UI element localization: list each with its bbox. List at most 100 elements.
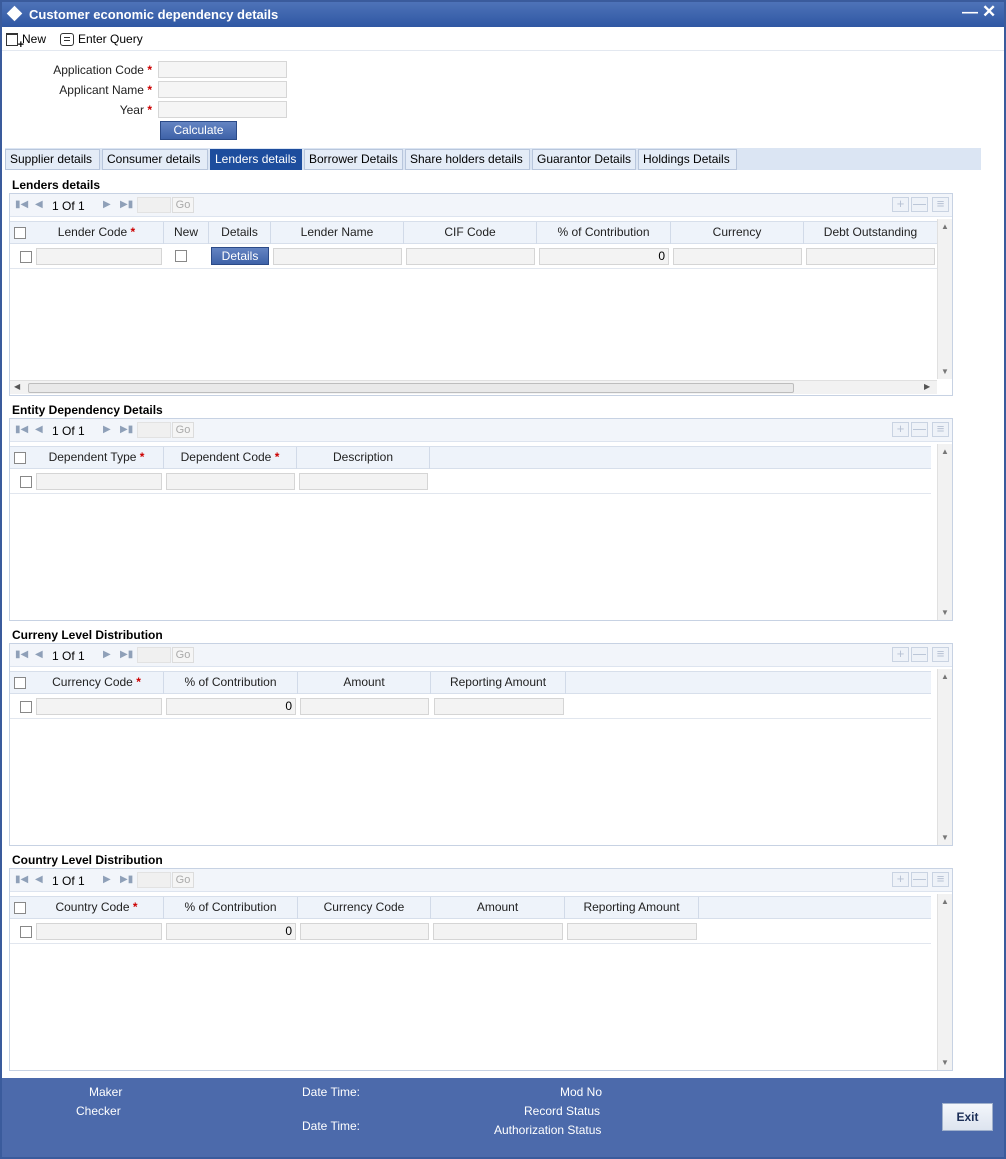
new-checkbox[interactable]	[175, 250, 187, 262]
add-row-button[interactable]: +	[892, 647, 909, 662]
lender-name-input[interactable]	[273, 248, 402, 265]
scroll-up-icon[interactable]: ▲	[941, 672, 949, 681]
enter-query-button[interactable]: Enter Query	[60, 30, 143, 48]
details-button[interactable]: Details	[211, 247, 269, 265]
scroll-down-icon[interactable]: ▼	[941, 833, 949, 842]
go-button[interactable]: Go	[172, 422, 194, 438]
reporting-amount-input[interactable]	[434, 698, 564, 715]
delete-row-button[interactable]: —	[911, 197, 928, 212]
year-input[interactable]	[158, 101, 287, 118]
add-row-button[interactable]: +	[892, 197, 909, 212]
vertical-scrollbar[interactable]: ▲ ▼	[937, 444, 952, 620]
title-bar: Customer economic dependency details — ✕	[2, 2, 1004, 27]
page-number-input[interactable]	[137, 197, 171, 213]
select-all-checkbox[interactable]	[14, 227, 26, 239]
tab-lenders-details[interactable]: Lenders details	[210, 149, 302, 170]
prev-page-icon[interactable]: ◀	[35, 649, 43, 660]
scroll-thumb[interactable]	[28, 383, 794, 393]
minimize-icon[interactable]: —	[962, 4, 978, 22]
scroll-down-icon[interactable]: ▼	[941, 608, 949, 617]
country-code-input[interactable]	[36, 923, 162, 940]
exit-button[interactable]: Exit	[942, 1103, 993, 1131]
currency-input[interactable]	[673, 248, 802, 265]
reporting-amount-input[interactable]	[567, 923, 697, 940]
vertical-scrollbar[interactable]: ▲ ▼	[937, 669, 952, 845]
single-view-button[interactable]: ≡	[932, 197, 949, 212]
delete-row-button[interactable]: —	[911, 872, 928, 887]
scroll-down-icon[interactable]: ▼	[941, 367, 949, 376]
tab-guarantor-details[interactable]: Guarantor Details	[532, 149, 636, 170]
description-input[interactable]	[299, 473, 428, 490]
next-page-icon[interactable]: ▶	[103, 649, 111, 660]
tab-consumer-details[interactable]: Consumer details	[102, 149, 208, 170]
applicant-name-input[interactable]	[158, 81, 287, 98]
dependent-code-input[interactable]	[166, 473, 295, 490]
contribution-input[interactable]: 0	[166, 698, 296, 715]
row-checkbox[interactable]	[20, 701, 32, 713]
select-all-checkbox[interactable]	[14, 677, 26, 689]
first-page-icon[interactable]: ▮◀	[15, 874, 28, 885]
last-page-icon[interactable]: ▶▮	[120, 424, 133, 435]
horizontal-scrollbar[interactable]: ◀ ▶	[10, 380, 937, 394]
row-checkbox[interactable]	[20, 251, 32, 263]
scroll-up-icon[interactable]: ▲	[941, 447, 949, 456]
row-checkbox[interactable]	[20, 926, 32, 938]
first-page-icon[interactable]: ▮◀	[15, 424, 28, 435]
page-number-input[interactable]	[137, 647, 171, 663]
contribution-input[interactable]: 0	[539, 248, 669, 265]
dependent-type-input[interactable]	[36, 473, 162, 490]
table-row: 0	[10, 695, 931, 719]
row-checkbox[interactable]	[20, 476, 32, 488]
scroll-left-icon[interactable]: ◀	[14, 382, 20, 391]
tab-holdings-details[interactable]: Holdings Details	[638, 149, 737, 170]
col-currency-code: Currency Code	[298, 897, 431, 919]
first-page-icon[interactable]: ▮◀	[15, 649, 28, 660]
prev-page-icon[interactable]: ◀	[35, 874, 43, 885]
last-page-icon[interactable]: ▶▮	[120, 199, 133, 210]
next-page-icon[interactable]: ▶	[103, 199, 111, 210]
calculate-button[interactable]: Calculate	[160, 121, 237, 140]
next-page-icon[interactable]: ▶	[103, 874, 111, 885]
amount-input[interactable]	[300, 698, 429, 715]
contribution-input[interactable]: 0	[166, 923, 296, 940]
select-all-checkbox[interactable]	[14, 452, 26, 464]
next-page-icon[interactable]: ▶	[103, 424, 111, 435]
tab-supplier-details[interactable]: Supplier details	[5, 149, 100, 170]
go-button[interactable]: Go	[172, 872, 194, 888]
tab-share-holders-details[interactable]: Share holders details	[405, 149, 530, 170]
currency-section-title: Curreny Level Distribution	[12, 628, 163, 642]
select-all-checkbox[interactable]	[14, 902, 26, 914]
prev-page-icon[interactable]: ◀	[35, 199, 43, 210]
close-icon[interactable]: ✕	[982, 2, 996, 22]
currency-code-input[interactable]	[36, 698, 162, 715]
single-view-button[interactable]: ≡	[932, 647, 949, 662]
amount-input[interactable]	[433, 923, 563, 940]
debt-outstanding-input[interactable]	[806, 248, 935, 265]
lender-code-input[interactable]	[36, 248, 162, 265]
go-button[interactable]: Go	[172, 197, 194, 213]
page-number-input[interactable]	[137, 422, 171, 438]
last-page-icon[interactable]: ▶▮	[120, 649, 133, 660]
delete-row-button[interactable]: —	[911, 647, 928, 662]
currency-code-input[interactable]	[300, 923, 429, 940]
single-view-button[interactable]: ≡	[932, 422, 949, 437]
single-view-button[interactable]: ≡	[932, 872, 949, 887]
vertical-scrollbar[interactable]: ▲ ▼	[937, 894, 952, 1070]
scroll-up-icon[interactable]: ▲	[941, 222, 949, 231]
add-row-button[interactable]: +	[892, 872, 909, 887]
prev-page-icon[interactable]: ◀	[35, 424, 43, 435]
cif-code-input[interactable]	[406, 248, 535, 265]
vertical-scrollbar[interactable]: ▲ ▼	[937, 219, 952, 379]
new-button[interactable]: New	[6, 30, 46, 51]
application-code-input[interactable]	[158, 61, 287, 78]
go-button[interactable]: Go	[172, 647, 194, 663]
tab-borrower-details[interactable]: Borrower Details	[304, 149, 403, 170]
scroll-right-icon[interactable]: ▶	[924, 382, 930, 391]
last-page-icon[interactable]: ▶▮	[120, 874, 133, 885]
scroll-up-icon[interactable]: ▲	[941, 897, 949, 906]
first-page-icon[interactable]: ▮◀	[15, 199, 28, 210]
scroll-down-icon[interactable]: ▼	[941, 1058, 949, 1067]
page-number-input[interactable]	[137, 872, 171, 888]
add-row-button[interactable]: +	[892, 422, 909, 437]
delete-row-button[interactable]: —	[911, 422, 928, 437]
